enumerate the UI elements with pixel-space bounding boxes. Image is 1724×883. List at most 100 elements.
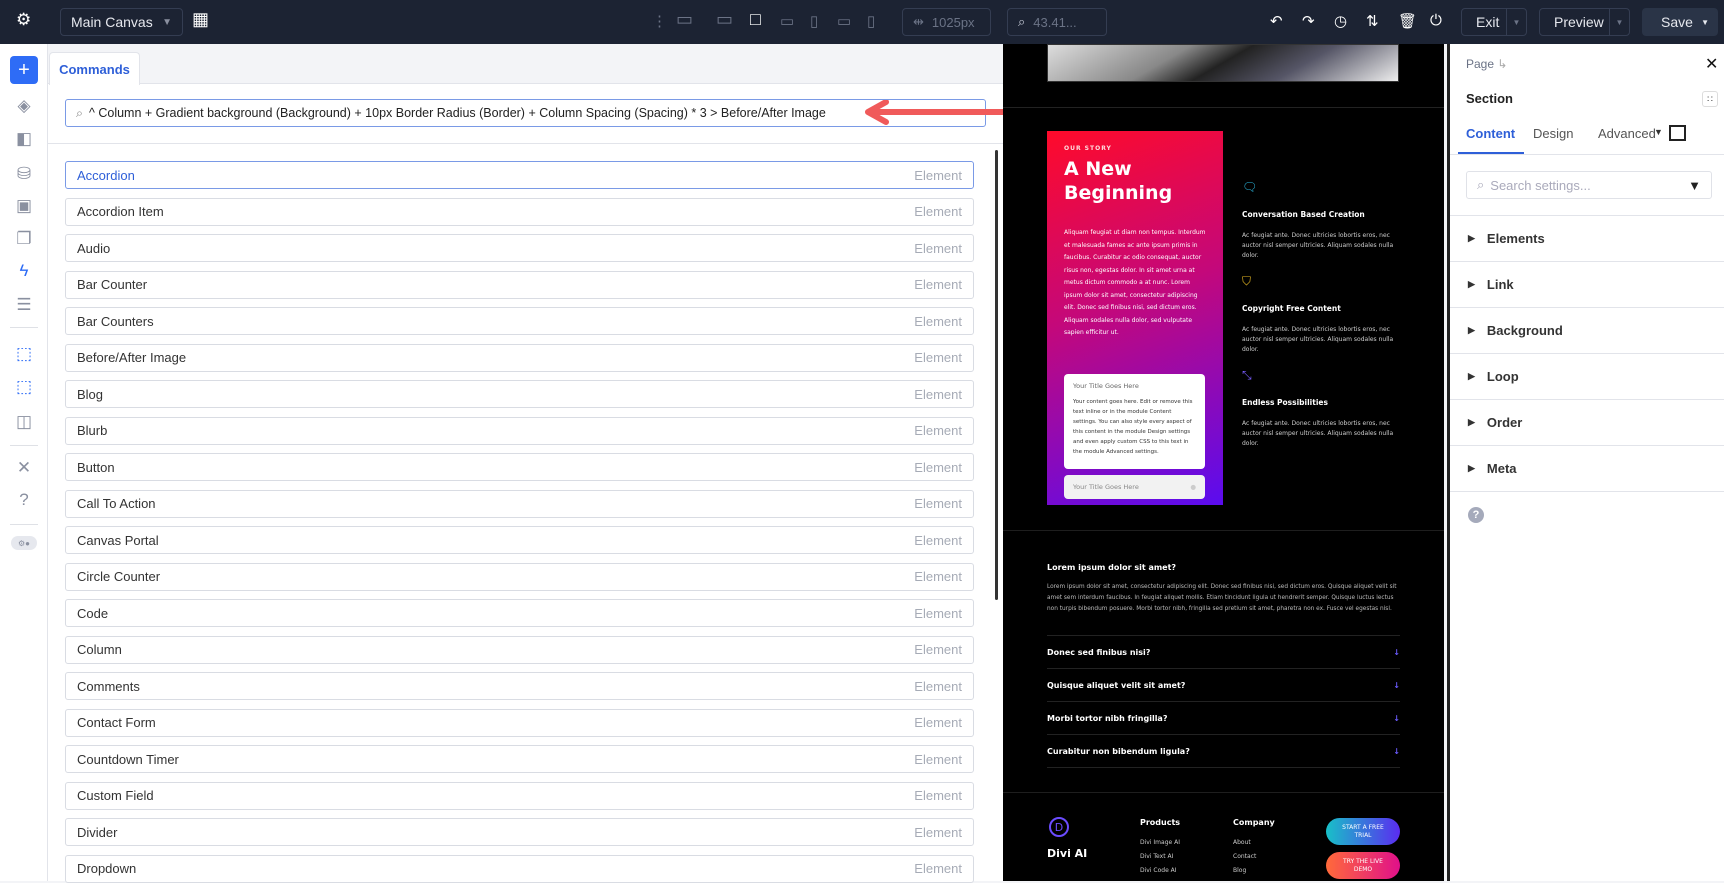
command-item[interactable]: Dropdown Element — [65, 854, 974, 883]
tablet-landscape-icon[interactable]: ▭ — [780, 12, 794, 30]
command-item[interactable]: Before/After Image Element — [65, 343, 974, 372]
database-icon[interactable]: ⛁ — [12, 162, 36, 186]
command-item[interactable]: Circle Counter Element — [65, 562, 974, 591]
command-item[interactable]: Button Element — [65, 453, 974, 481]
trash-icon[interactable]: 🗑 — [1398, 12, 1417, 30]
breadcrumb[interactable]: Page ↳ — [1466, 57, 1507, 71]
command-search-input[interactable]: ⌕ ^ Column + Gradient background (Backgr… — [65, 99, 986, 127]
scrollbar[interactable] — [995, 150, 998, 600]
command-item[interactable]: Canvas Portal Element — [65, 526, 974, 554]
close-icon[interactable]: ✕ — [1705, 54, 1718, 74]
command-item[interactable]: Accordion Item Element — [65, 197, 974, 226]
grid-icon[interactable]: ▦ — [192, 9, 209, 30]
settings-group[interactable]: ▶ Meta — [1450, 445, 1724, 491]
tab-content[interactable]: Content — [1466, 126, 1515, 141]
help-icon[interactable]: ? — [1468, 507, 1484, 523]
faq-item[interactable]: Donec sed finibus nisi? ↓ — [1047, 636, 1400, 669]
settings-group[interactable]: ▶ Elements — [1450, 215, 1724, 261]
tablet-icon[interactable]: ▯ — [810, 12, 818, 30]
layers-icon[interactable]: ◈ — [12, 94, 36, 118]
multi-select-icon[interactable]: ⬚ — [12, 375, 36, 399]
theme-builder-icon[interactable]: ◧ — [12, 127, 36, 151]
tabs-dropdown-icon[interactable]: ▼ — [1654, 127, 1663, 137]
top-toolbar: ⚙ Main Canvas ▼ ▦ ⋮ ▭ ▭ □ ▭ ▯ ▭ ▯ ⇹ 1025px… — [0, 0, 1724, 44]
tab-commands[interactable]: Commands — [49, 52, 140, 85]
list-icon[interactable]: ☰ — [12, 293, 36, 317]
settings-group[interactable]: ▶ Order — [1450, 399, 1724, 445]
live-demo-button[interactable]: TRY THE LIVE DEMO — [1326, 852, 1400, 879]
pages-icon[interactable]: ❐ — [12, 227, 36, 251]
footer-link[interactable]: Contact — [1233, 853, 1256, 860]
command-item[interactable]: Column Element — [65, 635, 974, 664]
save-dropdown-icon[interactable]: ▼ — [1701, 18, 1709, 27]
sort-icon[interactable]: ⇅ — [1366, 12, 1379, 30]
canvas-preview[interactable]: OUR STORY A New Beginning Aliquam feugiat… — [1003, 44, 1444, 881]
lightning-icon[interactable]: ϟ — [12, 259, 36, 283]
width-field[interactable]: ⇹ 1025px — [902, 8, 991, 36]
phone-icon[interactable]: ▯ — [867, 12, 875, 30]
command-item[interactable]: Code Element — [65, 599, 974, 627]
footer-link[interactable]: Blog — [1233, 867, 1246, 874]
command-item[interactable]: Bar Counter Element — [65, 270, 974, 299]
exit-dropdown-icon[interactable]: ▼ — [1506, 9, 1526, 35]
footer-brand: Divi AI — [1047, 847, 1088, 860]
preview-layout-icon[interactable]: ◫ — [12, 410, 36, 434]
preview-dropdown-icon[interactable]: ▼ — [1609, 9, 1629, 35]
mode-toggle[interactable]: ⚙● — [11, 536, 37, 550]
command-item[interactable]: Countdown Timer Element — [65, 745, 974, 773]
help-icon[interactable]: ? — [12, 488, 36, 512]
tools-icon[interactable]: ✕ — [12, 456, 36, 480]
faq-item[interactable]: Curabitur non bibendum ligula? ↓ — [1047, 735, 1400, 768]
settings-group[interactable]: ▶ Link — [1450, 261, 1724, 307]
footer-link[interactable]: About — [1233, 839, 1251, 846]
command-item[interactable]: Comments Element — [65, 672, 974, 700]
variables-icon[interactable]: ▣ — [12, 194, 36, 218]
gear-icon[interactable]: ⚙ — [16, 10, 31, 30]
undo-icon[interactable]: ↶ — [1270, 12, 1283, 30]
save-button[interactable]: Save ▼ — [1642, 8, 1718, 36]
exit-button[interactable]: Exit ▼ — [1461, 8, 1527, 36]
command-item[interactable]: Accordion Element — [65, 161, 974, 189]
settings-group-label: Background — [1486, 323, 1563, 338]
command-item[interactable]: Contact Form Element — [65, 708, 974, 737]
command-item[interactable]: Custom Field Element — [65, 781, 974, 810]
desktop-wide-icon[interactable]: ▭ — [676, 9, 693, 30]
faq-item[interactable]: Morbi tortor nibh fringilla? ↓ — [1047, 702, 1400, 735]
more-vertical-icon[interactable]: ⋮ — [652, 12, 667, 30]
faq-item[interactable]: Quisque aliquet velit sit amet? ↓ — [1047, 669, 1400, 702]
tab-advanced[interactable]: Advanced — [1598, 126, 1656, 141]
settings-group[interactable]: ▶ Loop — [1450, 353, 1724, 399]
settings-group[interactable]: ▶ Background — [1450, 307, 1724, 353]
select-cursor-icon[interactable]: ⬚ — [12, 342, 36, 366]
feature-icon: 🗨 — [1242, 180, 1258, 194]
tab-design[interactable]: Design — [1533, 126, 1573, 141]
preview-button[interactable]: Preview ▼ — [1539, 8, 1630, 36]
footer-link[interactable]: Divi Text AI — [1140, 853, 1173, 860]
toggle-closed[interactable]: Your Title Goes Here ● — [1064, 475, 1205, 499]
canvas-select[interactable]: Main Canvas ▼ — [60, 8, 183, 36]
toggle-open[interactable]: Your Title Goes Here Your content goes h… — [1064, 374, 1205, 469]
laptop-icon[interactable]: □ — [750, 9, 761, 30]
divider — [10, 524, 38, 525]
layout-icon[interactable]: ∷ — [1702, 91, 1718, 107]
redo-icon[interactable]: ↷ — [1302, 12, 1315, 30]
command-item[interactable]: Blurb Element — [65, 416, 974, 445]
command-item[interactable]: Call To Action Element — [65, 489, 974, 518]
footer-link[interactable]: Divi Code AI — [1140, 867, 1177, 874]
phone-landscape-icon[interactable]: ▭ — [837, 12, 851, 30]
responsive-toggle-icon[interactable] — [1669, 125, 1686, 141]
command-item[interactable]: Blog Element — [65, 380, 974, 408]
zoom-field[interactable]: ⌕ 43.41... — [1007, 8, 1107, 36]
add-icon[interactable]: + — [10, 56, 38, 84]
desktop-icon[interactable]: ▭ — [716, 9, 733, 30]
power-icon[interactable]: ⏻ — [1430, 12, 1442, 29]
start-trial-button[interactable]: START A FREE TRIAL — [1326, 818, 1400, 845]
footer-link[interactable]: Divi Image AI — [1140, 839, 1180, 846]
history-icon[interactable]: ◷ — [1334, 12, 1347, 30]
command-item[interactable]: Divider Element — [65, 818, 974, 846]
filter-icon[interactable]: ▼ — [1688, 178, 1701, 193]
hero-image — [1047, 44, 1399, 82]
command-item[interactable]: Audio Element — [65, 234, 974, 262]
command-item[interactable]: Bar Counters Element — [65, 307, 974, 335]
settings-search-input[interactable]: ⌕ Search settings... ▼ — [1466, 171, 1712, 199]
